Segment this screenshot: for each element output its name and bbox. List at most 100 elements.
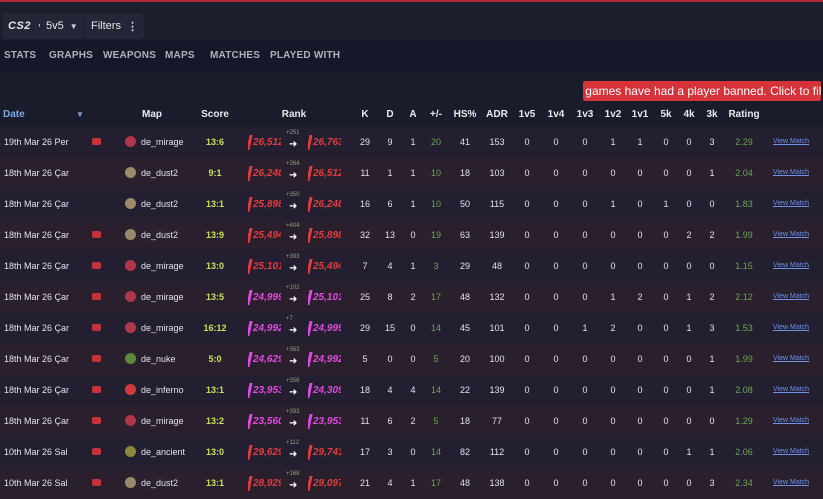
col-adr[interactable]: ADR	[486, 109, 508, 120]
cell-5k: 0	[663, 385, 669, 395]
rank-before-badge: 26,248	[248, 164, 281, 183]
cell-plus-minus: 14	[430, 447, 442, 457]
col-1v1[interactable]: 1v1	[632, 109, 649, 120]
col-1v2[interactable]: 1v2	[605, 109, 622, 120]
rank-value: 24,992	[253, 323, 281, 334]
view-match-link[interactable]: View Match	[773, 355, 809, 362]
cell-4k: 0	[686, 416, 692, 426]
cell-1v3: 0	[582, 385, 588, 395]
col-3k[interactable]: 3k	[706, 109, 717, 120]
cell-date: 18th Mar 26 Çar	[4, 261, 70, 271]
cell-plus-minus: 17	[430, 478, 442, 488]
view-match-link[interactable]: View Match	[773, 262, 809, 269]
cell-1v5: 0	[524, 261, 530, 271]
tab-weapons[interactable]: WEAPONS	[103, 50, 156, 61]
col-plus-minus[interactable]: +/-	[430, 109, 442, 120]
cell-score: 13:0	[205, 261, 225, 271]
rank-after-badge: 23,953	[308, 412, 341, 431]
col-5k[interactable]: 5k	[660, 109, 671, 120]
rank-after-badge: 25,494	[308, 257, 341, 276]
col-1v3[interactable]: 1v3	[577, 109, 594, 120]
view-match-link[interactable]: View Match	[773, 293, 809, 300]
tab-graphs[interactable]: GRAPHS	[49, 50, 93, 61]
view-match-link[interactable]: View Match	[773, 479, 809, 486]
col-score[interactable]: Score	[201, 109, 229, 120]
cell-1v1: 0	[637, 478, 643, 488]
rank-stripe	[248, 352, 253, 367]
col-hs[interactable]: HS%	[454, 109, 477, 120]
cell-1v4: 0	[553, 385, 559, 395]
col-rank[interactable]: Rank	[282, 109, 306, 120]
rank-value: 24,992	[313, 354, 341, 365]
cell-score: 5:0	[208, 354, 222, 364]
rank-value: 24,999	[253, 292, 281, 303]
view-match-link[interactable]: View Match	[773, 138, 809, 145]
cell-1v3: 0	[582, 137, 588, 147]
filters-button[interactable]: Filters ⋮	[85, 13, 144, 39]
cell-d: 1	[387, 168, 393, 178]
rank-stripe	[248, 259, 253, 274]
col-4k[interactable]: 4k	[683, 109, 694, 120]
banned-player-icon	[92, 324, 101, 331]
cell-1v2: 1	[610, 199, 616, 209]
col-d[interactable]: D	[386, 109, 393, 120]
cell-1v5: 0	[524, 416, 530, 426]
col-1v4[interactable]: 1v4	[548, 109, 565, 120]
cell-date: 18th Mar 26 Çar	[4, 168, 70, 178]
de-dust2-map-icon	[125, 167, 136, 178]
tab-stats[interactable]: STATS	[4, 50, 36, 61]
de-ancient-map-icon	[125, 446, 136, 457]
cell-adr: 132	[489, 292, 505, 302]
banned-filter-banner[interactable]: 26 games have had a player banned. Click…	[583, 81, 821, 101]
cell-3k: 3	[709, 137, 715, 147]
view-match-link[interactable]: View Match	[773, 386, 809, 393]
view-match-link[interactable]: View Match	[773, 448, 809, 455]
rank-stripe	[308, 445, 313, 460]
filter-bar: CS2 ▼ 5v5 ▼ Filters ⋮	[0, 2, 823, 40]
cell-1v4: 0	[553, 168, 559, 178]
cell-1v5: 0	[524, 199, 530, 209]
sort-desc-icon[interactable]: ▼	[76, 110, 84, 119]
rank-stripe	[248, 476, 253, 491]
tab-matches[interactable]: MATCHES	[210, 50, 260, 61]
rank-stripe	[248, 445, 253, 460]
col-k[interactable]: K	[361, 109, 368, 120]
cell-rating: 1.83	[735, 199, 753, 209]
cell-date: 18th Mar 26 Çar	[4, 292, 70, 302]
view-match-link[interactable]: View Match	[773, 169, 809, 176]
table-row: 10th Mar 26 Sal de_dust2 13:1 28,929 +168 ➜ 29…	[0, 468, 823, 499]
banned-player-icon	[92, 231, 101, 238]
col-map[interactable]: Map	[142, 109, 162, 120]
arrow-right-icon: ➜	[289, 139, 298, 150]
de-dust2-map-icon	[125, 198, 136, 209]
tab-maps[interactable]: MAPS	[165, 50, 195, 61]
cell-rating: 1.99	[735, 230, 753, 240]
arrow-right-icon: ➜	[289, 294, 298, 305]
cell-adr: 77	[491, 416, 503, 426]
rank-after-badge: 24,309	[308, 381, 341, 400]
rank-before-badge: 25,101	[248, 257, 281, 276]
cell-rating: 2.06	[735, 447, 753, 457]
view-match-link[interactable]: View Match	[773, 231, 809, 238]
cell-rating: 2.34	[735, 478, 753, 488]
col-date[interactable]: Date	[3, 109, 25, 120]
col-a[interactable]: A	[409, 109, 416, 120]
cell-1v2: 1	[610, 292, 616, 302]
view-match-link[interactable]: View Match	[773, 324, 809, 331]
cell-d: 4	[387, 478, 393, 488]
rank-stripe	[248, 321, 253, 336]
mode-label: 5v5	[46, 20, 64, 32]
cell-1v5: 0	[524, 447, 530, 457]
rank-value: 26,763	[313, 137, 341, 148]
cell-hs: 48	[459, 292, 471, 302]
cell-4k: 0	[686, 168, 692, 178]
col-rating[interactable]: Rating	[728, 109, 759, 120]
view-match-link[interactable]: View Match	[773, 417, 809, 424]
tab-played-with[interactable]: PLAYED WITH	[270, 50, 340, 61]
mode-select[interactable]: 5v5 ▼	[40, 13, 84, 39]
rank-value: 25,898	[253, 199, 281, 210]
cell-1v4: 0	[553, 292, 559, 302]
rank-stripe	[308, 352, 313, 367]
col-1v5[interactable]: 1v5	[519, 109, 536, 120]
view-match-link[interactable]: View Match	[773, 200, 809, 207]
